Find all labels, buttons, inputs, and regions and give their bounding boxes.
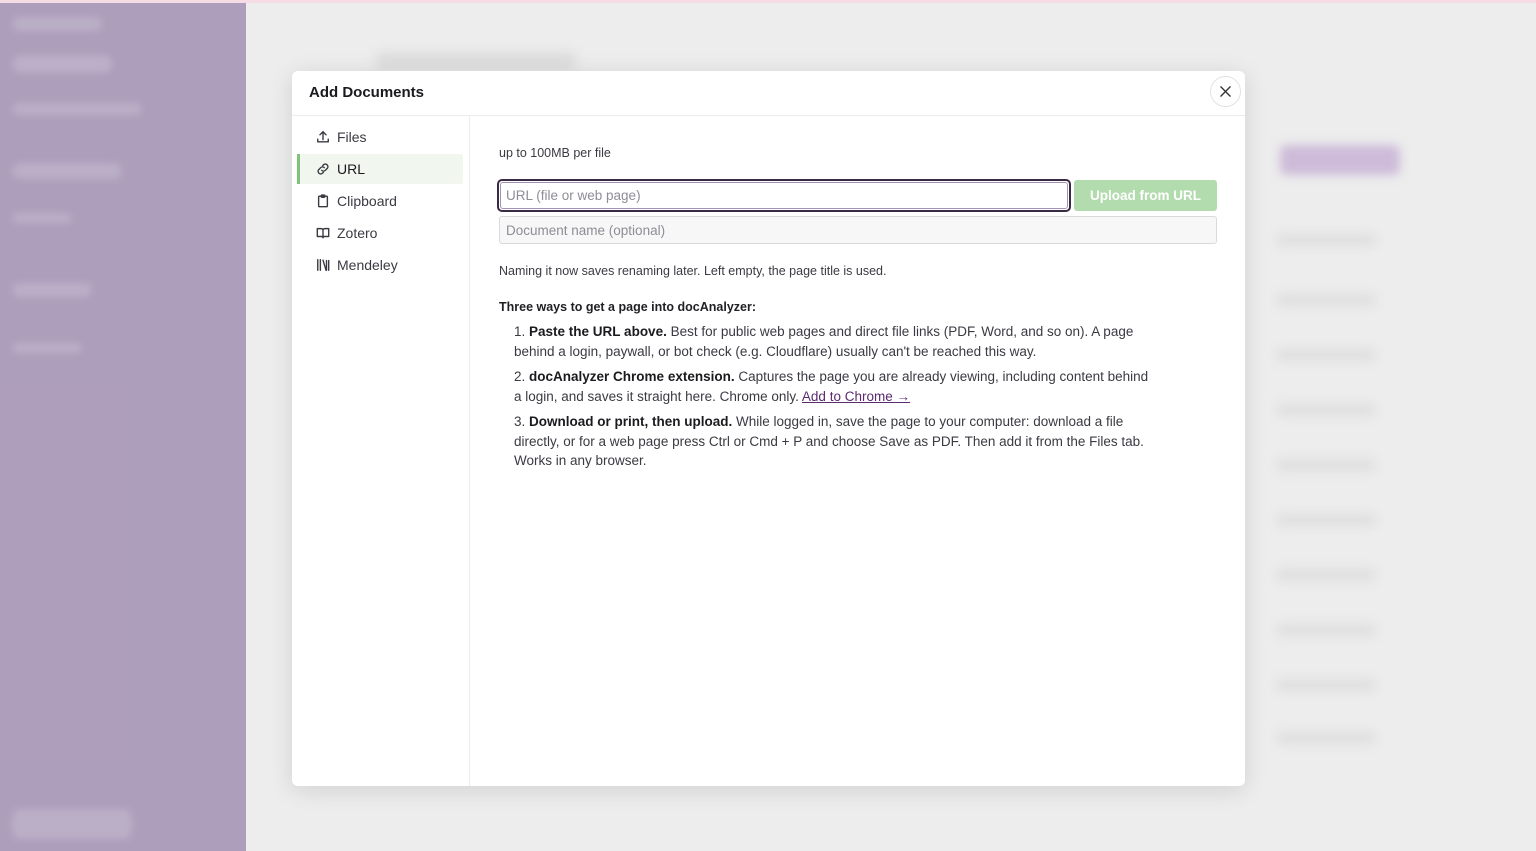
book-open-icon: [316, 227, 330, 239]
way-title: docAnalyzer Chrome extension.: [529, 369, 735, 384]
nav-item-url[interactable]: URL: [297, 154, 463, 184]
url-panel: up to 100MB per file Upload from URL Nam…: [470, 116, 1245, 786]
nav-item-zotero[interactable]: Zotero: [297, 218, 463, 248]
nav-item-label: URL: [337, 161, 366, 177]
library-icon: [317, 259, 330, 271]
close-icon: [1220, 86, 1231, 97]
nav-item-label: Mendeley: [337, 257, 398, 273]
dialog-body: Files URL Clipboard Zotero Mendeley up t…: [292, 116, 1245, 786]
nav-item-clipboard[interactable]: Clipboard: [297, 186, 463, 216]
nav-item-label: Zotero: [337, 225, 378, 241]
nav-item-label: Files: [337, 129, 367, 145]
naming-hint: Naming it now saves renaming later. Left…: [499, 264, 887, 278]
dialog-header: Add Documents: [292, 71, 1245, 116]
source-nav: Files URL Clipboard Zotero Mendeley: [292, 116, 470, 786]
nav-item-label: Clipboard: [337, 193, 397, 209]
upload-from-url-button[interactable]: Upload from URL: [1074, 180, 1217, 211]
url-input-focus-ring: [497, 179, 1071, 212]
file-size-limit: up to 100MB per file: [499, 146, 611, 160]
ways-list: 1. Paste the URL above. Best for public …: [514, 322, 1154, 477]
url-input[interactable]: [500, 182, 1068, 209]
ways-heading: Three ways to get a page into docAnalyze…: [499, 300, 757, 314]
way-number: 1.: [514, 324, 526, 339]
way-item-download-upload: 3. Download or print, then upload. While…: [514, 412, 1154, 471]
url-row: Upload from URL: [497, 179, 1217, 212]
upload-icon: [317, 131, 329, 143]
way-title: Paste the URL above.: [529, 324, 667, 339]
add-documents-dialog: Add Documents Files URL Clipboard Zotero: [292, 71, 1245, 786]
nav-item-files[interactable]: Files: [297, 122, 463, 152]
document-name-input[interactable]: [499, 216, 1217, 244]
nav-item-mendeley[interactable]: Mendeley: [297, 250, 463, 280]
close-button[interactable]: [1210, 76, 1241, 107]
way-item-chrome-extension: 2. docAnalyzer Chrome extension. Capture…: [514, 367, 1154, 406]
link-icon: [317, 163, 329, 175]
clipboard-icon: [317, 194, 329, 208]
way-item-paste-url: 1. Paste the URL above. Best for public …: [514, 322, 1154, 361]
way-title: Download or print, then upload.: [529, 414, 733, 429]
add-to-chrome-link[interactable]: Add to Chrome →: [802, 389, 910, 404]
way-number: 3.: [514, 414, 526, 429]
way-number: 2.: [514, 369, 526, 384]
dialog-title: Add Documents: [309, 84, 425, 101]
